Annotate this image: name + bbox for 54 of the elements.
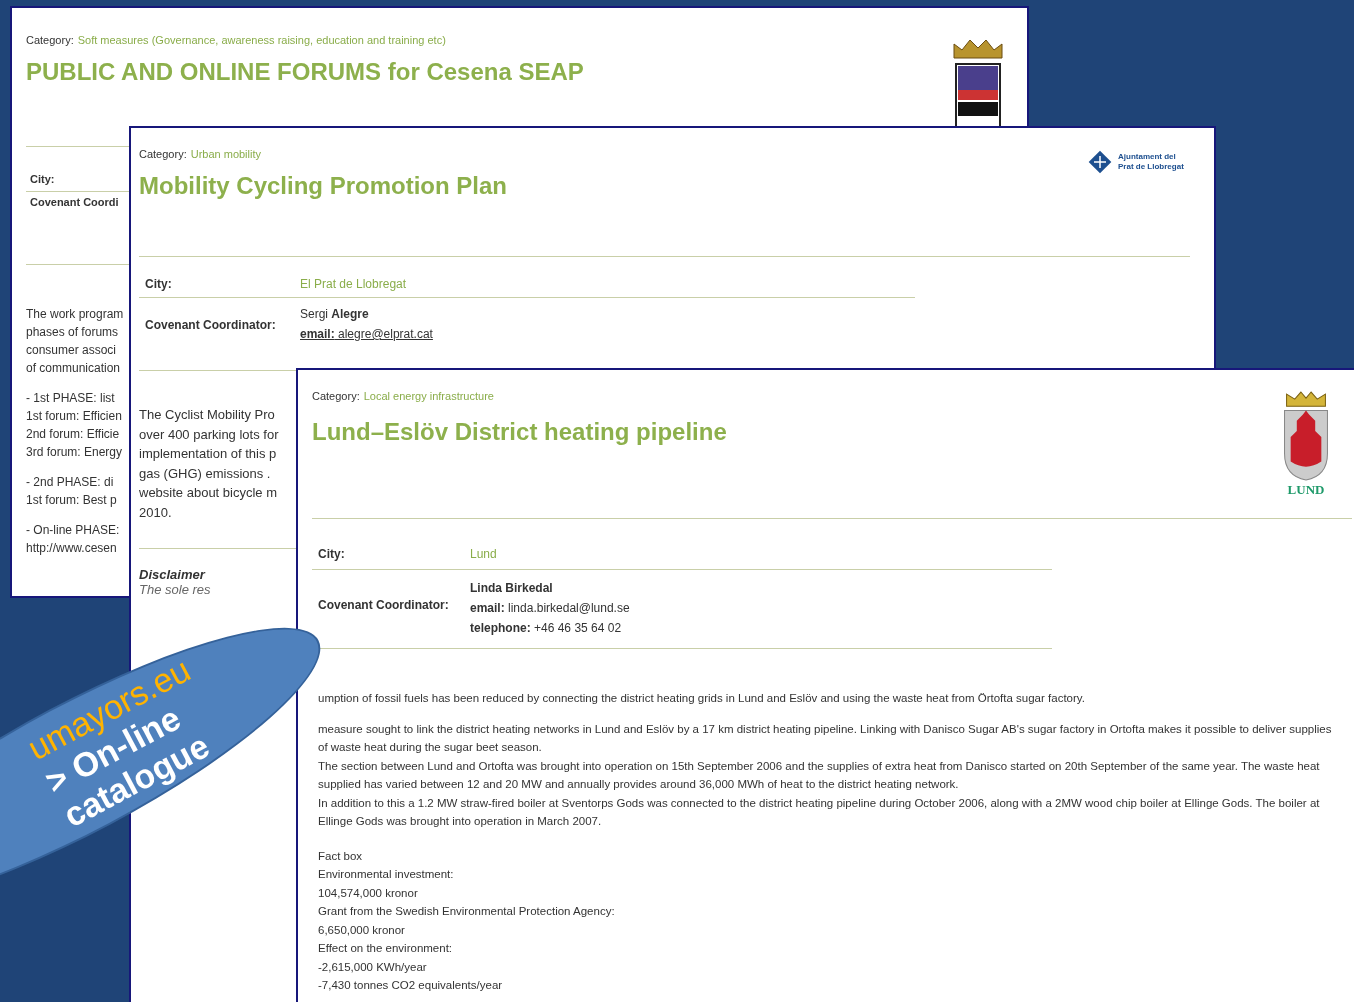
- description-text: consumer associ: [26, 342, 117, 359]
- category-value: Urban mobility: [190, 148, 261, 160]
- fact-text: Effect on the environment:: [318, 941, 453, 956]
- city-label: City:: [29, 172, 56, 187]
- disclaimer-heading: Disclaimer: [139, 567, 205, 582]
- city-value: El Prat de Llobregat: [300, 276, 408, 291]
- category-label: Category:: [312, 390, 360, 402]
- page-title: Mobility Cycling Promotion Plan: [139, 172, 507, 200]
- city-label: City:: [145, 276, 173, 291]
- fact-text: -2,615,000 KWh/year: [318, 959, 427, 975]
- phase-text: 2nd forum: Efficie: [26, 426, 120, 443]
- category-label: Category:: [139, 148, 187, 160]
- page-title: Lund–Eslöv District heating pipeline: [312, 418, 727, 446]
- fact-text: Environmental investment:: [318, 867, 454, 882]
- contact-text: email: linda.birkedal@lund.se: [470, 600, 631, 617]
- email-link[interactable]: email: alegre@elprat.cat: [300, 324, 905, 344]
- phase-text: http://www.cesen: [26, 540, 117, 557]
- fact-text: 6,650,000 kronor: [318, 922, 405, 938]
- coordinator-name: Sergi Alegre: [300, 306, 370, 323]
- description-text: website about bicycle m: [139, 484, 277, 502]
- description-text: phases of forums: [26, 324, 119, 341]
- logo-text: Ajuntament del Prat de Llobregat: [1118, 152, 1185, 172]
- city-label: City:: [318, 546, 346, 561]
- coordinator-label: Covenant Coordi: [29, 195, 120, 210]
- description-text: over 400 parking lots for: [139, 425, 279, 444]
- description-text: implementation of this p: [139, 445, 277, 463]
- city-value: Lund: [470, 546, 498, 561]
- category-value: Soft measures (Governance, awareness raising, education and training etc): [77, 34, 446, 46]
- category-label: Category:: [26, 34, 74, 46]
- phase-text: - 2nd PHASE: di: [26, 474, 114, 491]
- description-text: of communication: [26, 360, 121, 377]
- fact-text: Fact box: [318, 848, 363, 864]
- description-text: The work program: [26, 306, 124, 323]
- description-text: gas (GHG) emissions .: [139, 464, 271, 483]
- logo-text: LUND: [1287, 482, 1325, 498]
- coordinator-label: Covenant Coordinator:: [145, 317, 277, 334]
- description-text: measure sought to link the district heating networks in Lund and Eslöv by a 17 km district heating pipeline. Linking with Danisco Sugar AB's sugar factory in Ortofta makes it possible to deliver supplies of waste heat during the sugar beet season. The section between Lund and Ortofta was brought into operation on 15th September 2006 and the supplies of extra heat from Danisco started on 20th September of the same year. The waste heat supplied has varied between 12 and 20 MW and annually provides around 36,000 MWh of heat to the district heating network. In addition to this a 1.2 MW straw-fired boiler at Sventorps Gods was connected to the district heating pipeline during October 2006, along with a 2MW wood chip boiler at Ellinge Gods. The boiler at Ellinge Gods was brought into operation in March 2007.: [318, 721, 1333, 829]
- phase-text: 3rd forum: Energy: [26, 444, 123, 461]
- phase-text: - On-line PHASE:: [26, 522, 120, 539]
- coordinator-label: Covenant Coordinator:: [318, 597, 450, 614]
- page-title: PUBLIC AND ONLINE FORUMS for Cesena SEAP: [26, 58, 585, 86]
- fact-text: -7,430 tonnes CO2 equivalents/year: [318, 978, 503, 993]
- disclaimer-text: The sole res: [139, 582, 211, 597]
- category-value: Local energy infrastructure: [363, 390, 494, 402]
- contact-text: telephone: +46 46 35 64 02: [470, 620, 623, 637]
- description-text: The Cyclist Mobility Pro: [139, 406, 275, 424]
- phase-text: 1st forum: Best p: [26, 492, 117, 509]
- phase-text: 1st forum: Efficien: [26, 408, 122, 425]
- description-text: umption of fossil fuels has been reduced by connecting the district heating grids in Lund and Eslöv and using the waste heat from Örtofta sugar factory.: [318, 691, 1086, 706]
- description-text: 2010.: [139, 503, 172, 522]
- coordinator-name: Linda Birkedal: [470, 580, 554, 597]
- fact-text: Grant from the Swedish Environmental Protection Agency:: [318, 904, 615, 919]
- phase-text: - 1st PHASE: list: [26, 390, 115, 407]
- fact-text: 104,574,000 kronor: [318, 885, 418, 901]
